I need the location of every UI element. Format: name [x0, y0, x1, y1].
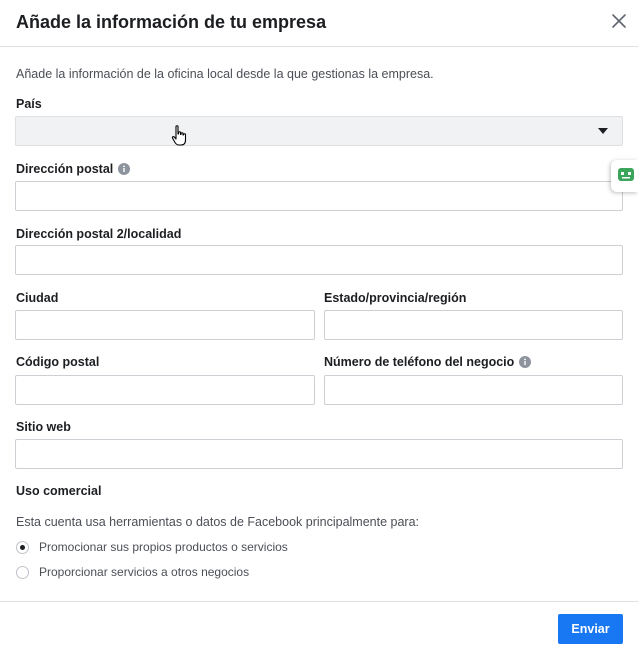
submit-button[interactable]: Enviar: [558, 614, 623, 644]
address2-input[interactable]: [15, 245, 623, 275]
phone-label: Número de teléfono del negocio: [324, 354, 532, 370]
radio-checked-icon[interactable]: [16, 540, 29, 554]
robot-icon: [618, 168, 634, 181]
extension-badge[interactable]: [611, 160, 638, 192]
dialog-intro: Añade la información de la oficina local…: [16, 67, 434, 81]
phone-label-text: Número de teléfono del negocio: [324, 355, 515, 369]
close-icon[interactable]: [608, 10, 630, 32]
radio-unchecked-icon[interactable]: [16, 565, 29, 579]
address1-label: Dirección postal: [16, 161, 131, 177]
dialog-header: Añade la información de tu empresa: [0, 0, 638, 47]
state-input[interactable]: [324, 310, 623, 340]
business-info-dialog: Añade la información de tu empresa Añade…: [0, 0, 638, 656]
city-label-text: Ciudad: [16, 291, 59, 305]
hand-cursor-icon: [170, 124, 190, 148]
state-label-text: Estado/provincia/región: [324, 291, 467, 305]
usage-option-label: Proporcionar servicios a otros negocios: [39, 565, 250, 579]
postal-label-text: Código postal: [16, 355, 100, 369]
caret-down-icon: [598, 128, 608, 134]
website-label: Sitio web: [16, 419, 71, 435]
country-label-text: País: [16, 97, 42, 111]
state-label: Estado/provincia/región: [324, 290, 466, 306]
country-label: País: [16, 96, 42, 112]
info-icon[interactable]: [519, 356, 532, 368]
website-label-text: Sitio web: [16, 420, 71, 434]
dialog-footer: [0, 601, 638, 656]
postal-input[interactable]: [15, 375, 315, 405]
address2-label-text: Dirección postal 2/localidad: [16, 227, 182, 241]
usage-option-services[interactable]: Proporcionar servicios a otros negocios: [16, 565, 249, 579]
city-input[interactable]: [15, 310, 315, 340]
address1-label-text: Dirección postal: [16, 162, 114, 176]
usage-option-label: Promocionar sus propios productos o serv…: [39, 540, 288, 554]
country-select[interactable]: [15, 116, 623, 146]
address2-label: Dirección postal 2/localidad: [16, 226, 181, 242]
city-label: Ciudad: [16, 290, 58, 306]
dialog-title: Añade la información de tu empresa: [16, 12, 327, 32]
usage-label: Uso comercial: [16, 484, 102, 498]
usage-description: Esta cuenta usa herramientas o datos de …: [16, 515, 420, 529]
info-icon[interactable]: [118, 163, 131, 175]
address1-input[interactable]: [15, 181, 623, 211]
usage-option-promote[interactable]: Promocionar sus propios productos o serv…: [16, 540, 288, 554]
phone-input[interactable]: [324, 375, 623, 405]
website-input[interactable]: [15, 439, 623, 469]
postal-label: Código postal: [16, 354, 99, 370]
